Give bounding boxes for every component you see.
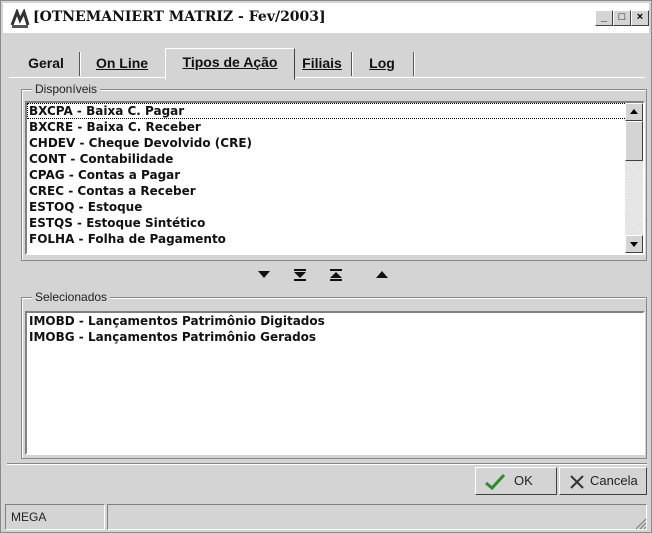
move-to-bottom-icon bbox=[294, 269, 306, 281]
list-item[interactable]: CPAG - Contas a Pagar bbox=[27, 167, 643, 183]
scroll-down-button[interactable] bbox=[625, 235, 643, 253]
tab-geral[interactable]: Geral bbox=[13, 52, 80, 76]
minimize-button[interactable]: _ bbox=[595, 10, 613, 26]
close-button[interactable]: × bbox=[631, 10, 649, 26]
list-item[interactable]: IMOBG - Lançamentos Patrimônio Gerados bbox=[27, 329, 643, 345]
list-item[interactable]: CONT - Contabilidade bbox=[27, 151, 643, 167]
ok-label: OK bbox=[514, 473, 533, 488]
list-item[interactable]: ESTOQ - Estoque bbox=[27, 199, 643, 215]
scroll-up-button[interactable] bbox=[625, 103, 643, 121]
move-to-top-button[interactable] bbox=[327, 267, 345, 283]
ok-button[interactable]: OK bbox=[475, 467, 557, 495]
maximize-button[interactable]: □ bbox=[613, 10, 631, 26]
status-bar: MEGA bbox=[3, 504, 649, 532]
list-item[interactable]: BXCPA - Baixa C. Pagar bbox=[27, 103, 643, 119]
status-panel-info bbox=[107, 504, 647, 530]
list-item[interactable]: CHDEV - Cheque Devolvido (CRE) bbox=[27, 135, 643, 151]
scroll-thumb[interactable] bbox=[625, 121, 643, 161]
move-up-button[interactable] bbox=[373, 267, 391, 283]
tab-filiais[interactable]: Filiais bbox=[293, 52, 352, 76]
move-to-bottom-button[interactable] bbox=[291, 267, 309, 283]
cancel-label: Cancela bbox=[590, 473, 638, 488]
available-list[interactable]: BXCPA - Baixa C. Pagar BXCRE - Baixa C. … bbox=[25, 101, 645, 255]
arrow-up-icon bbox=[630, 109, 638, 114]
status-panel-app: MEGA bbox=[5, 504, 105, 530]
tab-divider bbox=[9, 77, 645, 78]
arrow-down-icon bbox=[630, 242, 638, 247]
close-x-icon bbox=[570, 475, 584, 489]
selected-list[interactable]: IMOBD - Lançamentos Patrimônio Digitados… bbox=[25, 311, 645, 455]
selected-label: Selecionados bbox=[32, 290, 111, 304]
move-to-top-icon bbox=[330, 269, 342, 281]
cancel-button[interactable]: Cancela bbox=[559, 467, 647, 495]
mega-app-icon bbox=[10, 9, 30, 28]
tab-tipos-de-acao[interactable]: Tipos de Ação bbox=[165, 48, 295, 80]
resize-grip-icon[interactable] bbox=[633, 516, 647, 530]
tab-on-line[interactable]: On Line bbox=[79, 52, 166, 76]
list-item[interactable]: BXCRE - Baixa C. Receber bbox=[27, 119, 643, 135]
available-scrollbar[interactable] bbox=[625, 103, 643, 253]
move-down-button[interactable] bbox=[255, 267, 273, 283]
list-item[interactable]: ESTQS - Estoque Sintético bbox=[27, 215, 643, 231]
list-item[interactable]: IMOBD - Lançamentos Patrimônio Digitados bbox=[27, 313, 643, 329]
tab-strip: Geral On Line Tipos de Ação Filiais Log bbox=[9, 48, 645, 80]
list-item[interactable]: FOLHA - Folha de Pagamento bbox=[27, 231, 643, 247]
checkmark-icon bbox=[485, 473, 506, 491]
list-item[interactable]: CREC - Contas a Receber bbox=[27, 183, 643, 199]
tab-log[interactable]: Log bbox=[351, 52, 414, 76]
triangle-up-icon bbox=[376, 271, 388, 278]
available-label: Disponíveis bbox=[32, 82, 101, 96]
title-bar[interactable]: [OTNEMANIERT MATRIZ - Fev/2003] _ □ × bbox=[3, 3, 649, 33]
window-title: [OTNEMANIERT MATRIZ - Fev/2003] bbox=[33, 9, 326, 25]
main-window: [OTNEMANIERT MATRIZ - Fev/2003] _ □ × Ge… bbox=[0, 0, 652, 533]
triangle-down-icon bbox=[258, 271, 270, 278]
